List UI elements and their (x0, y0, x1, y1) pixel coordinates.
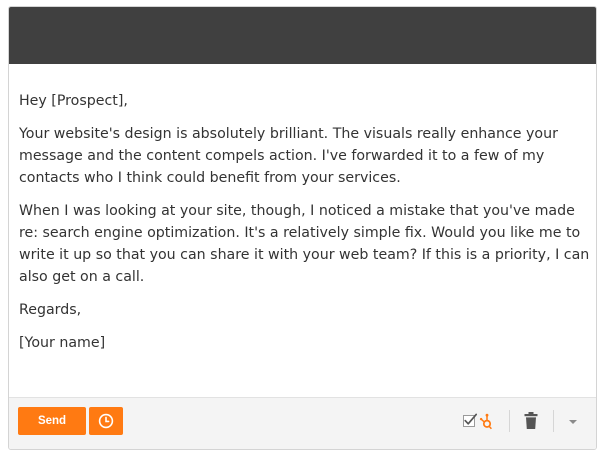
closing-line: Regards, (19, 302, 82, 318)
composer-toolbar: Send (9, 397, 596, 449)
toolbar-divider (509, 410, 510, 432)
email-composer: Hey [Prospect], Your website's design is… (8, 6, 597, 450)
more-options-button[interactable] (565, 410, 581, 432)
track-email-toggle[interactable] (463, 411, 499, 431)
signature-line: [Your name] (19, 335, 106, 351)
message-body[interactable]: Hey [Prospect], Your website's design is… (19, 90, 591, 365)
hubspot-sprocket-icon (479, 413, 492, 430)
composer-title-bar[interactable] (9, 7, 596, 64)
send-button[interactable]: Send (18, 407, 86, 435)
greeting-line: Hey [Prospect], (19, 93, 128, 109)
clock-icon (98, 413, 114, 429)
trash-icon (524, 412, 538, 429)
body-paragraph-2: When I was looking at your site, though,… (19, 203, 590, 285)
caret-down-icon (569, 420, 577, 424)
track-icons (463, 413, 492, 430)
discard-draft-button[interactable] (521, 410, 541, 432)
toolbar-divider (553, 410, 554, 432)
schedule-send-button[interactable] (89, 407, 123, 435)
body-paragraph-1: Your website's design is absolutely bril… (19, 126, 558, 186)
